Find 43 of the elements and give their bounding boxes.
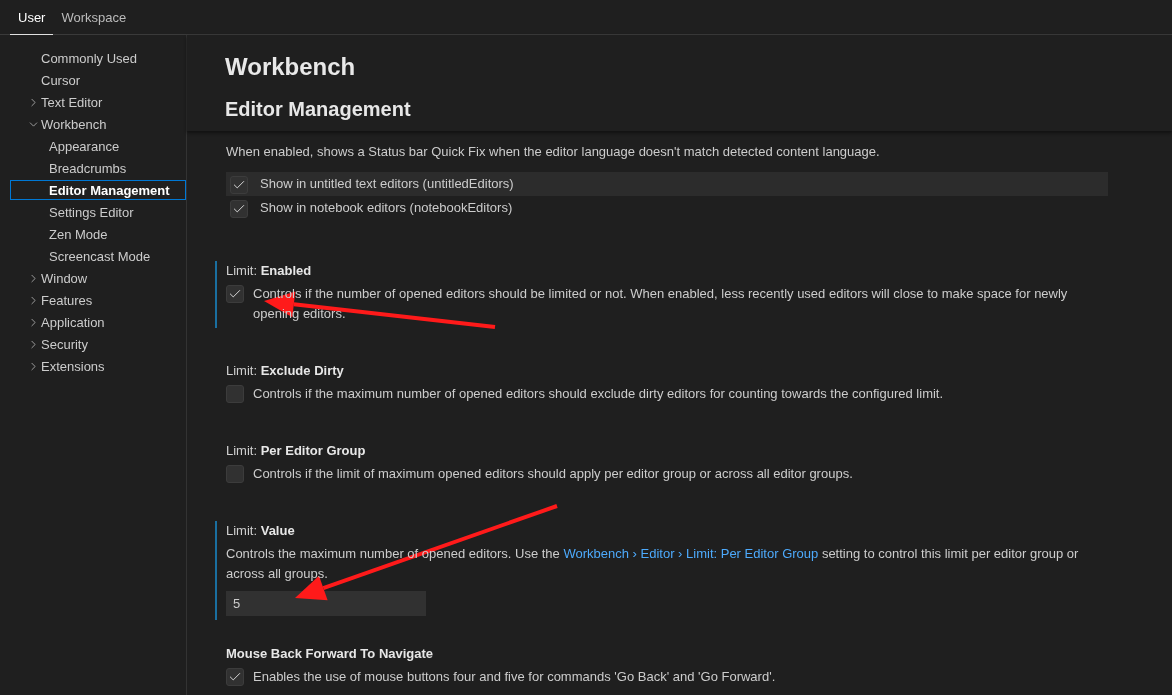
section-title: Editor Management bbox=[225, 97, 412, 122]
sidebar-item[interactable]: Workbench bbox=[10, 114, 186, 134]
sidebar-item[interactable]: Settings Editor bbox=[10, 202, 186, 222]
option-label: Show in untitled text editors (untitledEditors) bbox=[260, 175, 514, 193]
page-title: Workbench bbox=[225, 52, 357, 82]
sidebar-item[interactable]: Screencast Mode bbox=[10, 246, 186, 266]
setting-title: Mouse Back Forward To Navigate bbox=[226, 645, 435, 663]
sidebar-item[interactable]: Text Editor bbox=[10, 92, 186, 112]
setting-title: Limit: Enabled bbox=[226, 262, 313, 280]
option-label: Show in notebook editors (notebookEditors) bbox=[260, 199, 513, 217]
sidebar-item[interactable]: Zen Mode bbox=[10, 224, 186, 244]
setting-description: Controls if the limit of maximum opened editors should apply per editor group or across all editor groups. bbox=[253, 465, 853, 483]
setting-description: Enables the use of mouse buttons four and five for commands 'Go Back' and 'Go Forward'. bbox=[253, 668, 776, 686]
checkbox[interactable] bbox=[226, 385, 244, 403]
setting-description: When enabled, shows a Status bar Quick Fix when the editor language doesn't match detected content language. bbox=[226, 143, 881, 161]
option-row[interactable]: Show in untitled text editors (untitledEditors) bbox=[226, 172, 1108, 196]
checkbox[interactable] bbox=[226, 668, 244, 686]
setting-description: Controls if the number of opened editors should be limited or not. When enabled, less recently used editors will close to make space for newly opening editors. bbox=[253, 285, 1069, 323]
option-row[interactable]: Show in notebook editors (notebookEditors) bbox=[226, 196, 1108, 220]
check-icon bbox=[228, 287, 242, 301]
check-icon bbox=[228, 670, 242, 684]
sidebar-item[interactable]: Extensions bbox=[10, 356, 186, 376]
checkbox[interactable] bbox=[230, 175, 248, 194]
sidebar-item[interactable]: Cursor bbox=[10, 70, 186, 90]
setting-title: Limit: Per Editor Group bbox=[226, 442, 367, 460]
sidebar-item[interactable]: Breadcrumbs bbox=[10, 158, 186, 178]
sidebar-item[interactable]: Appearance bbox=[10, 136, 186, 156]
setting-title: Limit: Exclude Dirty bbox=[226, 362, 345, 380]
checkbox[interactable] bbox=[230, 199, 248, 218]
sidebar-item[interactable]: Features bbox=[10, 290, 186, 310]
number-input[interactable]: 5 bbox=[226, 591, 426, 616]
sidebar-item[interactable]: Window bbox=[10, 268, 186, 288]
sidebar-item[interactable]: Commonly Used bbox=[10, 48, 186, 68]
tab[interactable]: User bbox=[10, 0, 54, 35]
checkbox[interactable] bbox=[226, 285, 244, 303]
tab[interactable]: Workspace bbox=[53, 0, 135, 35]
sidebar-item[interactable]: Security bbox=[10, 334, 186, 354]
checkbox[interactable] bbox=[226, 465, 244, 483]
setting-description: Controls if the maximum number of opened editors should exclude dirty editors for counting towards the configured limit. bbox=[253, 385, 944, 403]
sidebar-item[interactable]: Application bbox=[10, 312, 186, 332]
setting-title: Limit: Value bbox=[226, 522, 296, 540]
sidebar-item[interactable]: Editor Management bbox=[10, 180, 186, 200]
setting-link[interactable]: Workbench › Editor › Limit: Per Editor Group bbox=[563, 546, 819, 561]
